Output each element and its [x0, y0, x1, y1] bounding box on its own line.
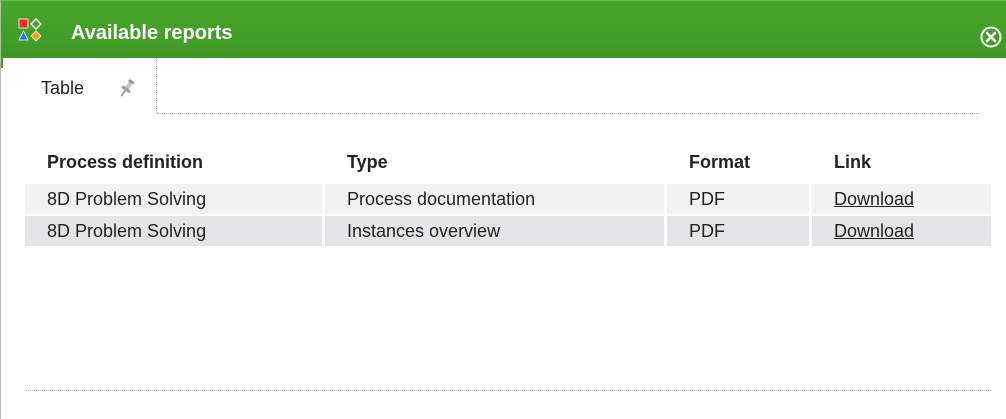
cell-process-definition: 8D Problem Solving: [25, 216, 325, 246]
available-reports-dialog: Available reports Table Process definiti…: [0, 0, 1006, 419]
title-bar: Available reports: [1, 0, 1006, 58]
close-icon[interactable]: [980, 26, 1002, 48]
column-header-type: Type: [347, 151, 388, 172]
table-row: 8D Problem Solving Process documentation…: [25, 184, 991, 214]
cell-link: Download: [812, 216, 991, 246]
cell-format: PDF: [667, 184, 812, 214]
column-header-link: Link: [834, 151, 872, 172]
download-link[interactable]: Download: [834, 189, 914, 209]
download-link[interactable]: Download: [834, 221, 914, 241]
table-row: 8D Problem Solving Instances overview PD…: [25, 216, 991, 246]
dialog-title: Available reports: [71, 22, 233, 44]
cell-type: Process documentation: [325, 184, 667, 214]
tab-table[interactable]: Table: [28, 58, 157, 113]
cell-format: PDF: [667, 216, 812, 246]
cell-process-definition: 8D Problem Solving: [25, 184, 325, 214]
footer-divider: [25, 390, 991, 391]
column-header-format: Format: [689, 151, 751, 172]
table-header-row: Process definition Type Format Link: [25, 142, 991, 182]
tab-bar: Table: [1, 58, 1006, 118]
cell-type: Instances overview: [325, 216, 667, 246]
tab-divider: [157, 113, 979, 114]
process-shapes-icon: [18, 18, 42, 42]
pin-icon[interactable]: [116, 77, 138, 99]
reports-table: Process definition Type Format Link 8D P…: [25, 140, 991, 248]
column-header-process-definition: Process definition: [47, 151, 204, 172]
tab-table-label: Table: [41, 78, 85, 98]
cell-link: Download: [812, 184, 991, 214]
